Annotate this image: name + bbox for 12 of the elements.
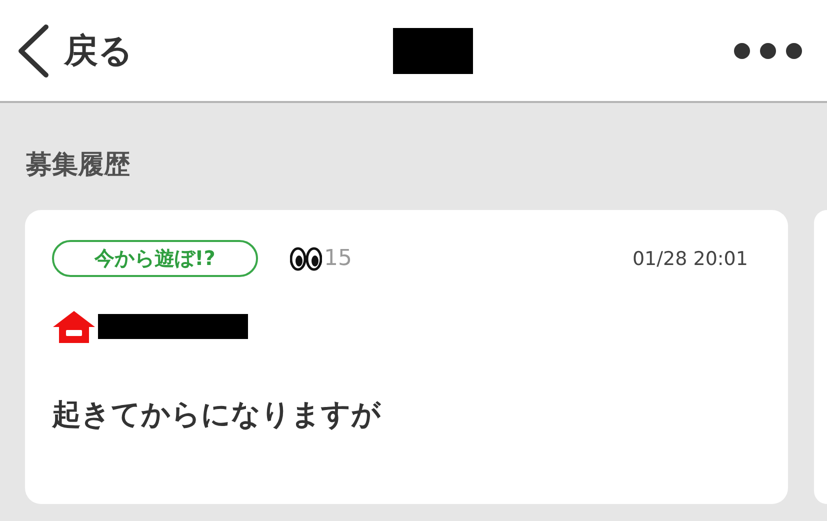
post-message: 起きてからになりますが [52, 396, 382, 433]
more-button[interactable] [733, 42, 803, 60]
house-icon [52, 310, 96, 343]
view-count: 15 [324, 246, 352, 271]
back-icon [16, 24, 50, 78]
post-card[interactable]: 今から遊ぼ!? 15 01/28 20:01 起きてからになりますが [25, 210, 788, 504]
more-icon [733, 42, 803, 60]
back-button[interactable]: 戻る [16, 24, 133, 78]
section-title: 募集履歴 [25, 149, 131, 182]
eyes-icon [290, 246, 322, 270]
post-time: 01/28 20:01 [632, 248, 748, 270]
status-tag: 今から遊ぼ!? [52, 240, 258, 277]
